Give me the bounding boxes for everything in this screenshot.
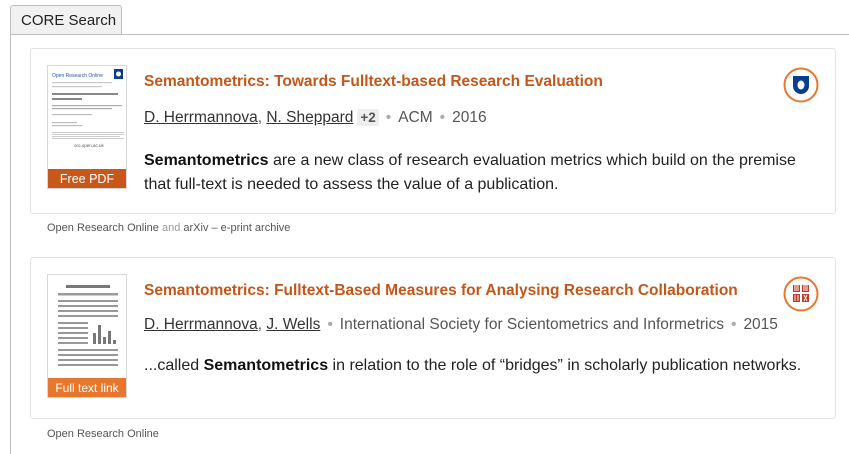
source-link[interactable]: Open Research Online xyxy=(47,222,159,234)
result-title[interactable]: Semantometrics: Fulltext-Based Measures … xyxy=(144,282,738,300)
source-link[interactable]: Open Research Online xyxy=(47,428,159,440)
publisher: International Society for Scientometrics… xyxy=(339,316,724,333)
open-research-online-icon[interactable] xyxy=(783,67,819,103)
result-snippet: Semantometrics are a new class of resear… xyxy=(144,149,824,197)
source-link[interactable]: arXiv – e-print archive xyxy=(183,222,290,234)
separator-dot: • xyxy=(439,109,446,126)
tab-label: CORE Search xyxy=(21,12,117,29)
separator-dot: • xyxy=(385,109,392,126)
result-card: Open Research Online oro.open.ac.uk Free… xyxy=(30,48,836,214)
author-link[interactable]: D. Herrmannova xyxy=(144,316,258,333)
source-conjunction: and xyxy=(161,222,181,234)
free-pdf-badge[interactable]: Free PDF xyxy=(48,169,126,188)
author-link[interactable]: N. Sheppard xyxy=(266,109,353,126)
more-authors-badge[interactable]: +2 xyxy=(357,109,379,126)
snippet-highlight: Semantometrics xyxy=(203,357,329,374)
library-icon[interactable] xyxy=(783,276,819,312)
result-title[interactable]: Semantometrics: Towards Fulltext-based R… xyxy=(144,73,603,91)
separator-dot: • xyxy=(731,316,737,333)
snippet-text: in relation to the role of “bridges” in … xyxy=(328,357,802,374)
author-link[interactable]: J. Wells xyxy=(266,316,320,333)
author-link[interactable]: D. Herrmannova xyxy=(144,109,258,126)
year: 2016 xyxy=(452,109,487,126)
result-sources: Open Research Online xyxy=(47,428,159,440)
publisher: ACM xyxy=(398,109,433,126)
snippet-highlight: Semantometrics xyxy=(144,152,269,169)
fulltext-thumbnail[interactable]: Full text link xyxy=(47,274,127,398)
pdf-thumbnail[interactable]: Open Research Online oro.open.ac.uk Free… xyxy=(47,65,127,189)
result-snippet: ...called Semantometrics in relation to … xyxy=(144,354,834,378)
year: 2015 xyxy=(743,316,778,333)
thumb-url: oro.open.ac.uk xyxy=(74,143,105,148)
full-text-link-badge[interactable]: Full text link xyxy=(48,378,126,397)
thumb-header: Open Research Online xyxy=(52,73,103,79)
snippet-prefix: ...called xyxy=(144,357,204,374)
document-preview-icon: Open Research Online oro.open.ac.uk xyxy=(52,69,124,148)
result-meta: D. Herrmannova, N. Sheppard +2 • ACM • 2016 xyxy=(144,109,487,126)
separator-dot: • xyxy=(327,316,333,333)
result-sources: Open Research Online and arXiv – e-print… xyxy=(47,222,290,234)
document-lines-icon xyxy=(58,285,118,366)
result-meta: D. Herrmannova, J. Wells • International S… xyxy=(144,316,778,333)
tab-core-search[interactable]: CORE Search xyxy=(10,5,122,35)
result-card: Full text link Semantometrics: Fulltext-… xyxy=(30,257,836,419)
